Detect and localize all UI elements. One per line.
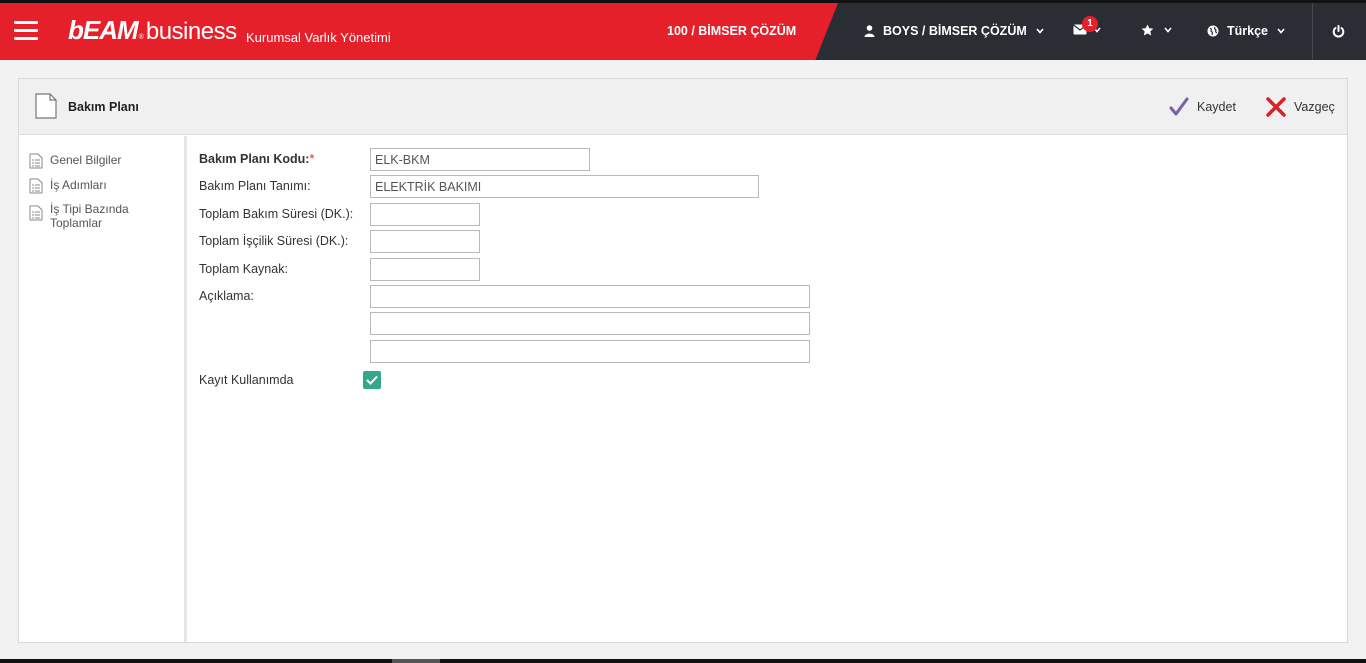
language-menu[interactable]: Türkçe [1207,24,1285,38]
close-icon [1266,97,1286,117]
chevron-down-icon [1036,28,1044,34]
star-icon [1141,24,1154,36]
code-label-text: Bakım Planı Kodu: [199,152,310,166]
logout-button[interactable] [1332,25,1345,38]
cancel-button[interactable]: Vazgeç [1266,97,1335,117]
active-record-label: Kayıt Kullanımda [199,373,294,387]
check-icon [366,375,378,385]
navbar-divider [1312,3,1313,60]
logo-registered-mark: ® [138,34,144,41]
page-title: Bakım Planı [68,100,139,114]
user-icon [864,25,875,37]
chevron-down-icon [1277,28,1285,34]
form-icon [29,205,43,221]
sidebar: Genel Bilgiler İş Adımları İş Tipi Bazın… [19,136,187,642]
definition-input[interactable] [370,175,759,198]
checkmark-icon [1169,97,1189,116]
save-button[interactable]: Kaydet [1169,97,1236,117]
document-icon [35,93,57,119]
globe-icon [1207,25,1219,37]
app-subtitle: Kurumsal Varlık Yönetimi [246,30,391,45]
cancel-label: Vazgeç [1294,100,1335,114]
favorites-menu[interactable] [1141,24,1172,36]
sidebar-item-is-tipi-bazinda-toplamlar[interactable]: İş Tipi Bazında Toplamlar [29,202,129,230]
scroll-indicator [392,659,440,663]
sidebar-item-label: İş Tipi Bazında Toplamlar [50,202,129,230]
definition-label: Bakım Planı Tanımı: [199,179,311,193]
bottom-bar [0,659,1366,663]
main-panel: Bakım Planı Kaydet Vazgeç Genel Bilgiler… [18,78,1348,643]
sidebar-item-label: Genel Bilgiler [50,153,122,167]
required-marker: * [309,152,315,166]
logo-bold-text: bEAM [68,15,139,45]
logo-light-text: business [145,18,237,45]
chevron-down-icon [1164,27,1172,33]
total-maintenance-input[interactable] [370,203,480,226]
language-label: Türkçe [1227,24,1268,38]
code-label: Bakım Planı Kodu:* [199,152,314,166]
panel-header: Bakım Planı Kaydet Vazgeç [19,79,1347,135]
company-selector[interactable]: 100 / BİMSER ÇÖZÜM [667,24,796,38]
description-label: Açıklama: [199,289,254,303]
message-count-badge: 1 [1082,16,1098,32]
user-name: BOYS / BİMSER ÇÖZÜM [883,24,1027,38]
total-labor-label: Toplam İşçilik Süresi (DK.): [199,234,349,248]
total-resource-label: Toplam Kaynak: [199,262,288,276]
app-logo[interactable]: bEAM ® business [68,15,237,45]
form-icon [29,153,43,169]
sidebar-item-genel-bilgiler[interactable]: Genel Bilgiler [29,153,121,169]
total-maintenance-label: Toplam Bakım Süresi (DK.): [199,207,354,221]
description-line-2[interactable] [370,312,810,335]
total-resource-input[interactable] [370,258,480,281]
power-icon [1332,25,1345,38]
user-menu[interactable]: BOYS / BİMSER ÇÖZÜM [864,24,1044,38]
code-input[interactable] [370,148,590,171]
description-line-1[interactable] [370,285,810,308]
active-record-checkbox[interactable] [363,371,381,389]
total-labor-input[interactable] [370,230,480,253]
description-line-3[interactable] [370,340,810,363]
save-label: Kaydet [1197,100,1236,114]
sidebar-item-label: İş Adımları [50,178,107,192]
form-icon [29,178,43,194]
sidebar-item-is-adimlari[interactable]: İş Adımları [29,178,107,194]
menu-icon[interactable] [14,21,38,41]
top-navbar: bEAM ® business Kurumsal Varlık Yönetimi 1… [0,0,1366,60]
